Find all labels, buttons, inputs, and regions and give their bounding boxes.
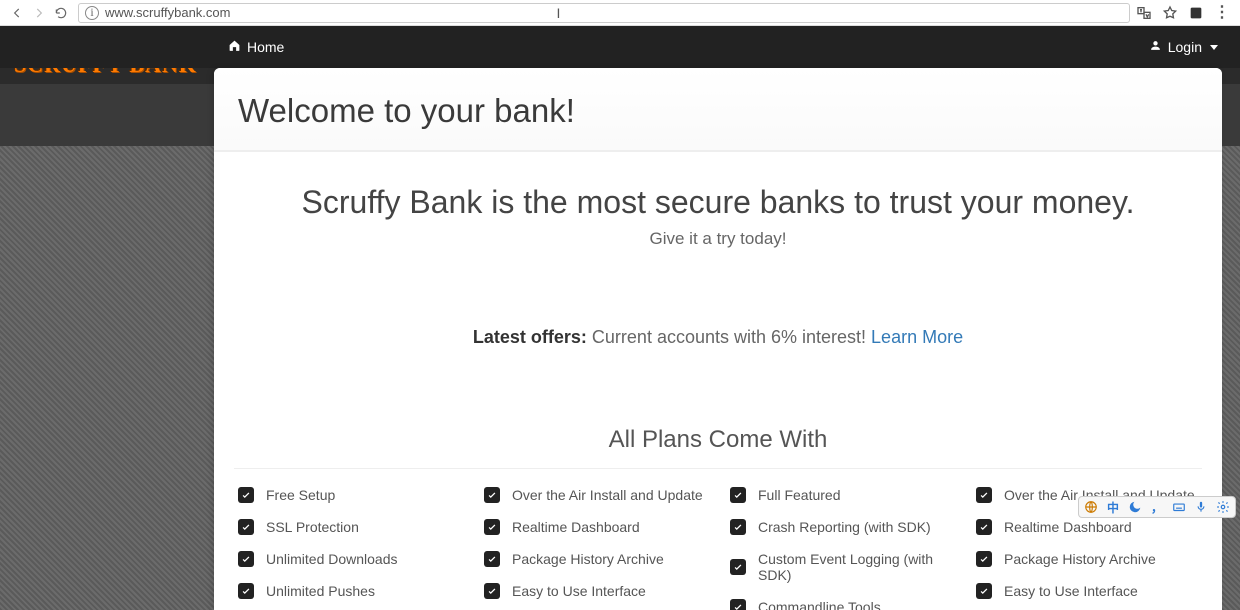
check-icon xyxy=(238,487,254,503)
plan-item: Crash Reporting (with SDK) xyxy=(730,519,952,535)
plan-item: Easy to Use Interface xyxy=(484,583,706,599)
browser-reload-button[interactable] xyxy=(50,2,72,24)
plan-item-label: Easy to Use Interface xyxy=(1004,583,1138,599)
plan-item: Over the Air Install and Update xyxy=(484,487,706,503)
extension-icon[interactable] xyxy=(1188,5,1204,21)
browser-menu-icon[interactable]: ⋮ xyxy=(1214,5,1230,21)
plan-item-label: Over the Air Install and Update xyxy=(512,487,703,503)
plan-item-label: Realtime Dashboard xyxy=(1004,519,1132,535)
plan-item: Package History Archive xyxy=(976,551,1198,567)
page-title: Welcome to your bank! xyxy=(238,92,1198,130)
check-icon xyxy=(484,487,500,503)
card-header: Welcome to your bank! xyxy=(214,68,1222,152)
plan-item: Custom Event Logging (with SDK) xyxy=(730,551,952,583)
user-icon xyxy=(1149,39,1162,55)
check-icon xyxy=(976,487,992,503)
nav-login-dropdown[interactable]: Login xyxy=(1149,39,1218,55)
hero-subtitle: Give it a try today! xyxy=(238,229,1198,249)
plan-item-label: Easy to Use Interface xyxy=(512,583,646,599)
ime-comma-icon[interactable]: ， xyxy=(1149,499,1165,515)
offers-text: Current accounts with 6% interest! xyxy=(587,327,871,347)
check-icon xyxy=(976,583,992,599)
check-icon xyxy=(730,599,746,610)
plan-item: Package History Archive xyxy=(484,551,706,567)
bookmark-star-icon[interactable] xyxy=(1162,5,1178,21)
home-icon xyxy=(228,39,241,55)
check-icon xyxy=(976,519,992,535)
plan-item-label: Unlimited Pushes xyxy=(266,583,375,599)
check-icon xyxy=(976,551,992,567)
plans-col-2: Over the Air Install and Update Realtime… xyxy=(484,487,706,610)
check-icon xyxy=(238,551,254,567)
check-icon xyxy=(484,519,500,535)
plan-item-label: Commandline Tools xyxy=(758,599,881,610)
site-info-icon[interactable]: i xyxy=(85,6,99,20)
nav-home-link[interactable]: Home xyxy=(228,39,284,55)
offers-bold: Latest offers: xyxy=(473,327,587,347)
main-card: Welcome to your bank! Scruffy Bank is th… xyxy=(214,68,1222,610)
page-background: SCRUFFY BANK Home Login Welcome to your … xyxy=(0,26,1240,610)
caret-down-icon xyxy=(1210,45,1218,50)
plan-item-label: Unlimited Downloads xyxy=(266,551,398,567)
check-icon xyxy=(730,519,746,535)
plan-item: Full Featured xyxy=(730,487,952,503)
check-icon xyxy=(484,583,500,599)
hero-section: Scruffy Bank is the most secure banks to… xyxy=(214,152,1222,249)
plan-item-label: Realtime Dashboard xyxy=(512,519,640,535)
hero-title: Scruffy Bank is the most secure banks to… xyxy=(238,184,1198,221)
ime-cn-icon[interactable]: 中 xyxy=(1105,499,1121,515)
learn-more-link[interactable]: Learn More xyxy=(871,327,963,347)
browser-forward-button[interactable] xyxy=(28,2,50,24)
address-bar[interactable]: i www.scruffybank.com I xyxy=(78,3,1130,23)
browser-right-icons: ⋮ xyxy=(1136,5,1234,21)
plans-divider xyxy=(234,468,1202,469)
browser-toolbar: i www.scruffybank.com I ⋮ xyxy=(0,0,1240,26)
plan-item-label: Custom Event Logging (with SDK) xyxy=(758,551,952,583)
check-icon xyxy=(238,519,254,535)
plan-item: Unlimited Downloads xyxy=(238,551,460,567)
navbar: Home Login xyxy=(0,26,1240,68)
ime-mic-icon[interactable] xyxy=(1193,499,1209,515)
url-text: www.scruffybank.com xyxy=(105,5,230,20)
nav-login-label: Login xyxy=(1168,39,1202,55)
check-icon xyxy=(484,551,500,567)
plan-item: Commandline Tools xyxy=(730,599,952,610)
plans-title: All Plans Come With xyxy=(214,426,1222,454)
plans-col-1: Free Setup SSL Protection Unlimited Down… xyxy=(238,487,460,610)
text-cursor-icon: I xyxy=(556,5,560,21)
check-icon xyxy=(730,487,746,503)
ime-globe-icon[interactable] xyxy=(1083,499,1099,515)
plan-item-label: SSL Protection xyxy=(266,519,359,535)
browser-back-button[interactable] xyxy=(6,2,28,24)
plan-item: SSL Protection xyxy=(238,519,460,535)
plan-item-label: Package History Archive xyxy=(1004,551,1156,567)
plans-grid: Free Setup SSL Protection Unlimited Down… xyxy=(214,487,1222,610)
plan-item: Realtime Dashboard xyxy=(976,519,1198,535)
translate-icon[interactable] xyxy=(1136,5,1152,21)
plan-item: Easy to Use Interface xyxy=(976,583,1198,599)
plan-item-label: Free Setup xyxy=(266,487,335,503)
check-icon xyxy=(730,559,746,575)
nav-home-label: Home xyxy=(247,39,284,55)
ime-moon-icon[interactable] xyxy=(1127,499,1143,515)
check-icon xyxy=(238,583,254,599)
floating-ime-toolbar[interactable]: 中 ， xyxy=(1078,496,1236,518)
plan-item-label: Crash Reporting (with SDK) xyxy=(758,519,931,535)
plan-item-label: Package History Archive xyxy=(512,551,664,567)
plan-item: Realtime Dashboard xyxy=(484,519,706,535)
ime-gear-icon[interactable] xyxy=(1215,499,1231,515)
ime-keyboard-icon[interactable] xyxy=(1171,499,1187,515)
plan-item-label: Full Featured xyxy=(758,487,840,503)
plans-col-3: Full Featured Crash Reporting (with SDK)… xyxy=(730,487,952,610)
latest-offers: Latest offers: Current accounts with 6% … xyxy=(214,327,1222,348)
plan-item: Unlimited Pushes xyxy=(238,583,460,599)
plans-section: All Plans Come With Free Setup SSL Prote… xyxy=(214,426,1222,610)
plan-item: Free Setup xyxy=(238,487,460,503)
